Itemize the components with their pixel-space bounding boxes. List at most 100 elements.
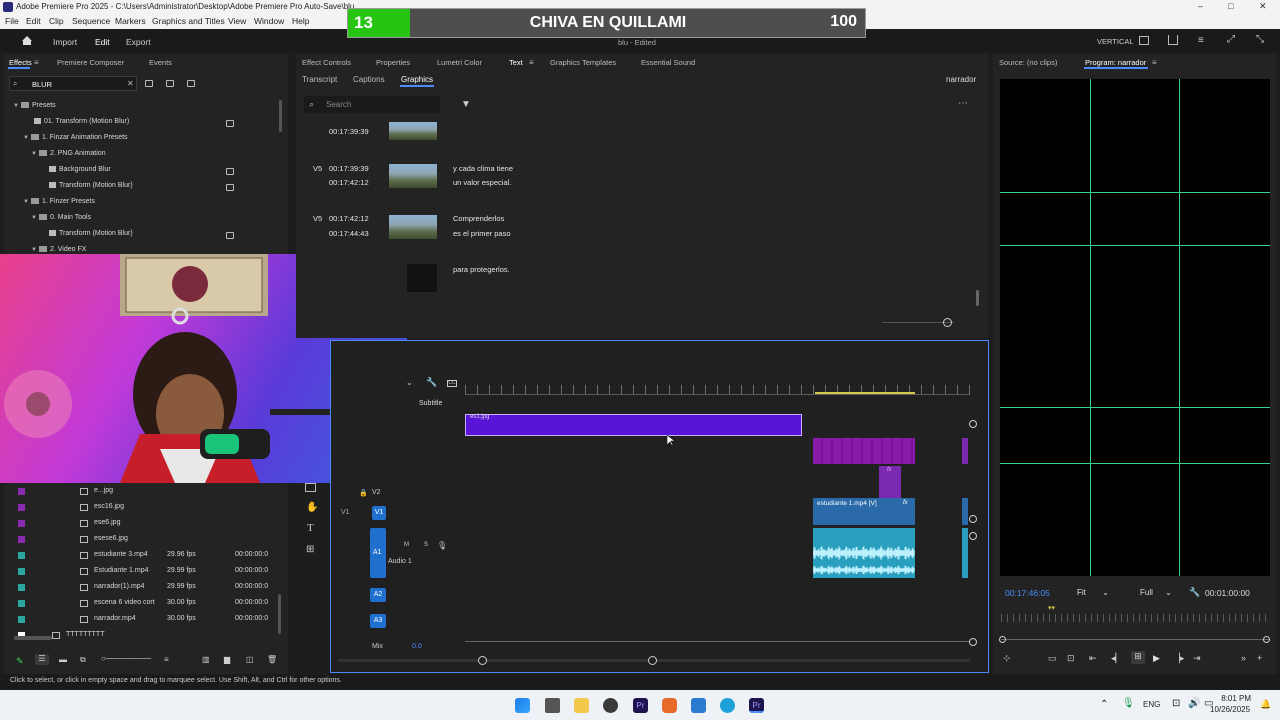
chevron-up-icon[interactable]: ⌃ [1100, 699, 1108, 710]
project-item-row[interactable]: e...jpg [4, 484, 274, 498]
icon-view-icon[interactable]: ▬ [59, 655, 67, 664]
automate-icon[interactable]: ▥ [202, 655, 210, 664]
captions-search-field[interactable]: ⌕ Search [304, 96, 440, 113]
pencil-icon[interactable]: ✎ [16, 656, 24, 667]
wrench-icon[interactable]: 🔧 [426, 377, 437, 388]
tab-effects[interactable]: Effects [9, 58, 32, 67]
tab-graphics-templates[interactable]: Graphics Templates [550, 58, 616, 67]
cc-icon[interactable]: CC [447, 380, 457, 387]
project-item-row[interactable]: narrador(1).mp4 29.99 fps 00:00:00:0 [4, 580, 274, 594]
project-item-row[interactable]: escena 6 video cort 30.00 fps 00:00:00:0 [4, 596, 274, 610]
clock-time[interactable]: 8:01 PM [1221, 694, 1251, 703]
tab-effect-controls[interactable]: Effect Controls [302, 58, 351, 67]
track-v1[interactable]: V1 [372, 506, 386, 520]
go-to-out-icon[interactable]: ⇥ [1193, 653, 1201, 664]
rectangle-tool-icon[interactable] [305, 483, 316, 492]
add-button-icon[interactable]: + [1257, 653, 1262, 663]
network-icon[interactable]: ⊡ [1172, 698, 1180, 709]
label-color-swatch[interactable] [18, 568, 25, 575]
caption-text[interactable]: es el primer paso [453, 229, 511, 238]
32bit-effects-icon[interactable] [166, 80, 174, 87]
quality-dropdown[interactable]: Full ⌄ [1140, 588, 1172, 597]
audio-clip-tail[interactable] [962, 528, 968, 578]
tab-events[interactable]: Events [149, 58, 172, 67]
source-patch-v1[interactable]: V1 [341, 509, 350, 516]
caption-text[interactable]: para protegerlos. [453, 265, 510, 274]
effects-search-input[interactable]: BLUR [32, 80, 52, 89]
subtab-captions[interactable]: Captions [353, 75, 385, 84]
step-back-icon[interactable]: ◂▏ [1111, 653, 1122, 664]
tab-premiere-composer[interactable]: Premiere Composer [57, 58, 124, 67]
go-to-in-icon[interactable]: ⇤ [1089, 653, 1097, 664]
menu-view[interactable]: View [228, 16, 246, 26]
track-height-handle[interactable] [969, 532, 977, 540]
more-options-icon[interactable]: ⋯ [958, 98, 968, 109]
tab-properties[interactable]: Properties [376, 58, 410, 67]
project-h-scrollbar[interactable] [14, 636, 52, 640]
clock-date[interactable]: 10/26/2025 [1210, 705, 1250, 714]
import-tab[interactable]: Import [53, 37, 77, 47]
edit-tab[interactable]: Edit [95, 37, 110, 47]
marker-icon[interactable]: ⊹ [1003, 653, 1011, 664]
tree-presets[interactable]: ▼ Presets [13, 102, 56, 109]
fit-dropdown[interactable]: Fit ⌄ [1077, 588, 1109, 597]
settings-wrench-icon[interactable]: 🔧 [1189, 587, 1200, 598]
track-height-handle[interactable] [969, 515, 977, 523]
list-view-icon[interactable]: ☰ [35, 654, 49, 665]
yuv-effects-icon[interactable] [187, 80, 195, 87]
project-item-row[interactable]: esese6.jpg [4, 532, 274, 546]
minimize-button[interactable]: – [1198, 1, 1203, 11]
track-a1[interactable]: A1 [370, 528, 386, 578]
zoom-slider[interactable]: ○──────── [101, 654, 151, 663]
track-a3[interactable]: A3 [370, 614, 386, 628]
lock-icon[interactable]: 🔒 [359, 489, 368, 497]
label-color-swatch[interactable] [18, 488, 25, 495]
menu-file[interactable]: File [5, 16, 19, 26]
clear-search-icon[interactable]: ✕ [127, 79, 134, 88]
tab-program[interactable]: Program: narrador [1085, 58, 1146, 67]
menu-clip[interactable]: Clip [49, 16, 64, 26]
zoom-handle-left[interactable] [999, 636, 1006, 643]
zoom-handle[interactable] [943, 318, 952, 327]
project-item-row[interactable]: narrador.mp4 30.00 fps 00:00:00:0 [4, 612, 274, 626]
workspace-vertical[interactable]: VERTICAL [1097, 37, 1134, 46]
safe-margins-icon[interactable]: ▭ [1048, 653, 1057, 664]
menu-edit[interactable]: Edit [26, 16, 41, 26]
tree-transform-motion-blur[interactable]: Transform (Motion Blur) [49, 182, 133, 189]
label-color-swatch[interactable] [18, 552, 25, 559]
menu-window[interactable]: Window [254, 16, 284, 26]
scroll-handle-right[interactable] [648, 656, 657, 665]
menu-help[interactable]: Help [292, 16, 309, 26]
sort-icon[interactable]: ≡ [164, 655, 169, 664]
hand-tool-icon[interactable]: ✋ [306, 502, 318, 513]
track-height-handle[interactable] [969, 420, 977, 428]
tree-background-blur[interactable]: Background Blur [49, 166, 111, 173]
caption-text[interactable]: y cada clima tiene [453, 164, 513, 173]
premiere-taskbar-icon[interactable]: Pr [633, 698, 648, 713]
scroll-handle-left[interactable] [478, 656, 487, 665]
subtab-transcript[interactable]: Transcript [302, 75, 337, 84]
track-a2[interactable]: A2 [370, 588, 386, 602]
caption-text[interactable]: un valor especial. [453, 178, 511, 187]
work-area-bar[interactable] [815, 392, 915, 394]
zoom-handle-right[interactable] [1263, 636, 1270, 643]
expand-icon[interactable]: ⤢ [1227, 34, 1235, 45]
tab-source[interactable]: Source: (no clips) [999, 58, 1057, 67]
effects-search-field[interactable]: ⌕ BLUR ✕ [9, 76, 137, 91]
edge-icon[interactable] [720, 698, 735, 713]
menu-lines-icon[interactable]: ≡ [1198, 35, 1204, 46]
effects-scrollbar[interactable] [279, 100, 282, 132]
label-color-swatch[interactable] [18, 504, 25, 511]
mix-value[interactable]: 0.0 [412, 643, 422, 650]
language-indicator[interactable]: ENG [1143, 700, 1160, 709]
windows-start-icon[interactable] [515, 698, 530, 713]
tab-text[interactable]: Text [509, 58, 523, 67]
tree-finzer-presets[interactable]: ▼ 1. Finzer Presets [23, 198, 95, 205]
tree-finzar-animation[interactable]: ▼ 1. Finzar Animation Presets [23, 134, 128, 141]
caption-text[interactable]: Comprenderlos [453, 214, 504, 223]
fullscreen-icon[interactable]: ⤡ [1256, 34, 1264, 45]
tree-png-animation[interactable]: ▼ 2. PNG Animation [31, 150, 106, 157]
tab-lumetri-color[interactable]: Lumetri Color [437, 58, 482, 67]
menu-markers[interactable]: Markers [115, 16, 146, 26]
notifications-icon[interactable]: 🔔 [1260, 699, 1271, 710]
